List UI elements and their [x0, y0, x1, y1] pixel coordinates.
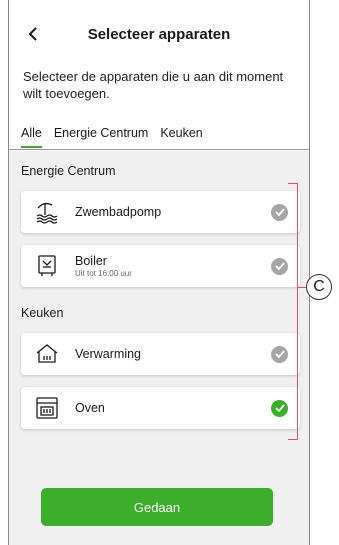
device-name: Zwembadpomp — [75, 205, 162, 219]
tab-bar: Alle Energie Centrum Keuken — [21, 126, 203, 148]
device-card-oven[interactable]: Oven — [21, 387, 300, 429]
callout-label: C — [306, 274, 332, 300]
annotation-bracket — [288, 183, 298, 440]
pool-pump-icon — [33, 198, 61, 226]
device-name: Oven — [75, 401, 105, 415]
checkmark-icon[interactable] — [271, 399, 288, 417]
tab-energie-centrum[interactable]: Energie Centrum — [54, 126, 149, 148]
device-card-zwembadpomp[interactable]: Zwembadpomp — [21, 191, 300, 233]
device-name: Verwarming — [75, 347, 141, 361]
done-button[interactable]: Gedaan — [41, 488, 273, 526]
oven-icon — [33, 394, 61, 422]
checkmark-icon[interactable] — [271, 345, 288, 363]
section-label-keuken: Keuken — [21, 306, 64, 320]
heating-icon — [33, 340, 61, 368]
device-list: Energie Centrum Zwembadpomp Boiler Uit t… — [9, 151, 309, 545]
tab-alle[interactable]: Alle — [21, 126, 42, 148]
page-title: Selecteer apparaten — [87, 26, 231, 43]
app-screen: Selecteer apparaten Selecteer de apparat… — [8, 0, 310, 545]
device-name: Boiler — [75, 254, 107, 268]
checkmark-icon[interactable] — [271, 203, 288, 221]
device-card-verwarming[interactable]: Verwarming — [21, 333, 300, 375]
device-card-boiler[interactable]: Boiler Uit tot 16:00 uur — [21, 245, 300, 287]
boiler-icon — [33, 252, 61, 280]
tab-keuken[interactable]: Keuken — [160, 126, 202, 148]
section-label-energie-centrum: Energie Centrum — [21, 164, 116, 178]
device-status: Uit tot 16:00 uur — [75, 269, 132, 278]
page-subtitle: Selecteer de apparaten die u aan dit mom… — [23, 69, 284, 101]
checkmark-icon[interactable] — [271, 257, 288, 275]
header: Selecteer apparaten Selecteer de apparat… — [9, 0, 309, 150]
